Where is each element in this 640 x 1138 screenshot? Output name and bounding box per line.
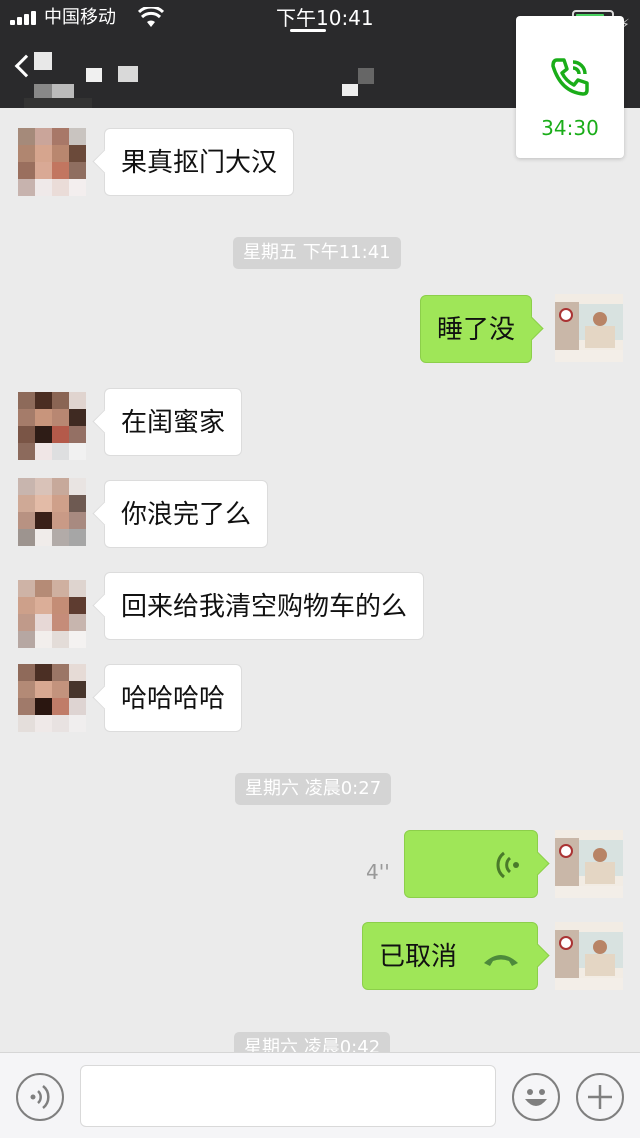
- contact-avatar[interactable]: [18, 128, 86, 196]
- phone-call-icon: [551, 58, 589, 96]
- call-duration: 34:30: [541, 116, 599, 140]
- message-bubble[interactable]: 哈哈哈哈: [104, 664, 243, 732]
- contact-avatar[interactable]: [18, 478, 86, 546]
- self-avatar[interactable]: [555, 922, 623, 990]
- contact-avatar[interactable]: [18, 664, 86, 732]
- wifi-icon: [138, 7, 164, 27]
- message-bubble[interactable]: 在闺蜜家: [104, 388, 243, 456]
- message-timestamp: 星期五 下午11:41: [233, 237, 401, 269]
- contact-avatar[interactable]: [18, 580, 86, 648]
- message-bubble[interactable]: 回来给我清空购物车的么: [104, 572, 425, 640]
- call-status-text: 已取消: [379, 942, 458, 972]
- emoji-button[interactable]: [512, 1073, 560, 1121]
- ongoing-call-card[interactable]: 34:30: [516, 16, 624, 158]
- voice-input-icon: [30, 1085, 50, 1109]
- carrier-name: 中国移动: [44, 7, 116, 28]
- self-avatar[interactable]: [555, 830, 623, 898]
- call-cancelled-bubble[interactable]: 已取消: [362, 922, 538, 990]
- more-button[interactable]: [576, 1073, 624, 1121]
- plus-icon: [588, 1085, 612, 1109]
- hangup-icon: [484, 955, 518, 966]
- message-bubble[interactable]: 睡了没: [420, 295, 533, 363]
- message-input[interactable]: [80, 1065, 496, 1127]
- message-bubble[interactable]: 果真抠门大汉: [104, 128, 295, 196]
- contact-avatar[interactable]: [18, 392, 86, 460]
- voice-message-bubble[interactable]: [404, 830, 538, 898]
- message-timestamp: 星期六 凌晨0:27: [235, 773, 392, 805]
- signal-icon: [10, 11, 40, 25]
- chat-input-bar: [0, 1052, 640, 1138]
- voice-wave-icon: [496, 851, 519, 879]
- voice-input-button[interactable]: [16, 1073, 64, 1121]
- call-indicator-bar: [290, 29, 326, 32]
- self-avatar[interactable]: [555, 294, 623, 362]
- message-bubble[interactable]: 你浪完了么: [104, 480, 269, 548]
- emoji-icon: [525, 1089, 547, 1106]
- voice-duration: 4'': [366, 860, 390, 884]
